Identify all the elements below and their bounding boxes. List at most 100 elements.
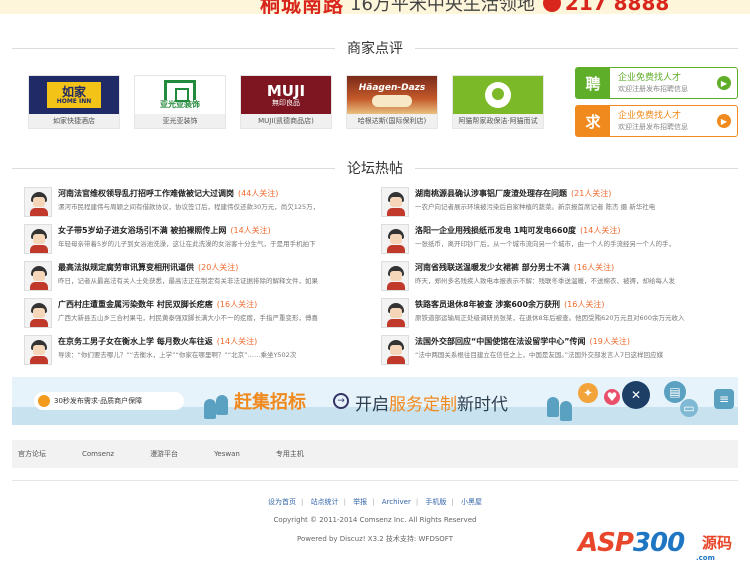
truck-icon: ▭	[680, 399, 698, 417]
post-excerpt: 漯河市民程建伟与周颖之间有借款协议，协议签订后，程建伟仅还款30万元，尚欠125…	[58, 203, 320, 211]
post-item[interactable]: 在京务工男子女在衡水上学 每月数火车往返 (14人关注) 导读：“你们要去哪儿？”…	[24, 335, 348, 372]
divider	[415, 47, 738, 49]
post-item[interactable]: 河南法官维权领导乱打招呼工作难做被记大过调岗 (44人关注) 漯河市民程建伟与周颖…	[24, 187, 348, 224]
post-count: (20人关注)	[198, 263, 239, 272]
post-excerpt: 广西大新县五山乡三合村果屯，村民黄泰强双脚长满大小不一的疙瘩，手指严重变形，傅喜	[58, 314, 318, 322]
recruit-badge: 求	[576, 106, 610, 136]
footer-link-stats[interactable]: 站点统计	[311, 498, 339, 506]
avatar[interactable]	[24, 335, 52, 365]
divider	[12, 480, 738, 481]
post-item[interactable]: 湖南桃源县确认涉事铝厂废渣处理存在问题 (21人关注) 一农户向记者展示环境被污染…	[381, 187, 705, 224]
post-title[interactable]: 在京务工男子女在衡水上学 每月数火车往返	[58, 337, 213, 346]
post-item[interactable]: 法国外交部回应“中国使馆在法设留学中心”传闻 (19人关注) “法中两国关系根往目…	[381, 335, 705, 372]
post-title[interactable]: 铁路客员退休8年被查 涉案600余万获刑	[415, 300, 560, 309]
avatar[interactable]	[381, 261, 409, 291]
divider	[12, 167, 335, 169]
post-title[interactable]: 河南法官维权领导乱打招呼工作难做被记大过调岗	[58, 189, 234, 198]
brand-card-yaguangya[interactable]: 亚光亚装饰 亚光亚装饰	[134, 75, 226, 129]
post-excerpt: 昨日，记者从最高法有关人士处获悉，最高法正在制定有关非法证据排除的解释文件，如果	[58, 277, 318, 285]
brand-caption: MUJI(凯德商品店)	[241, 114, 331, 128]
ad-slogan-main: 赶集招标	[234, 392, 306, 413]
avatar[interactable]	[24, 224, 52, 254]
post-excerpt: 年轻母亲带着5岁的儿子到女浴池洗澡，这让在此洗澡的女浴客十分生气，于是用手机拍下	[58, 240, 316, 248]
post-item[interactable]: 最高法拟规定腐劳审讯算变相刑讯逼供 (20人关注) 昨日，记者从最高法有关人士处获…	[24, 261, 348, 298]
bidding-ad-banner[interactable]: 30秒发布需求·品质商户保障 赶集招标 → 开启服务定制新时代 ✦ ♥ ✕ ▤ …	[12, 377, 738, 425]
brand-caption: 如家快捷酒店	[29, 114, 119, 128]
avatar[interactable]	[381, 335, 409, 365]
top-ad-banner[interactable]: 桐城南路 16万平米中央生活领地 217 8888	[0, 0, 750, 14]
ad-slogan-sub: 开启服务定制新时代	[355, 395, 508, 415]
friend-links: 官方论坛 Comsenz 漫游平台 Yeswan 专用主机	[12, 440, 738, 468]
recruit-card-seek[interactable]: 求 企业免费找人才 欢迎注册发布招聘信息 ▶	[575, 105, 738, 137]
tree-icon	[216, 395, 228, 415]
post-count: (16人关注)	[564, 300, 605, 309]
avatar[interactable]	[381, 187, 409, 217]
post-excerpt: “法中两国关系根往目建立在信任之上，中国是友国。”法国外交部发言人7日这样回应媒	[415, 351, 664, 359]
forum-section-title: 论坛热帖	[12, 158, 738, 178]
post-title[interactable]: 洛阳一企业用残损纸币发电 1吨可发电660度	[415, 226, 576, 235]
tools-icon: ✕	[622, 381, 650, 409]
hand-icon	[485, 82, 511, 108]
footer-link-report[interactable]: 举报	[353, 498, 367, 506]
forum-title: 论坛热帖	[347, 161, 403, 177]
tree-icon	[547, 397, 559, 417]
brand-card-amao[interactable]: 阿猫帮家政保洁·阿猫而试	[452, 75, 544, 129]
tree-icon	[204, 399, 216, 419]
recruit-badge: 聘	[576, 68, 610, 98]
reviews-title: 商家点评	[347, 41, 403, 57]
post-title[interactable]: 最高法拟规定腐劳审讯算变相刑讯逼供	[58, 263, 194, 272]
brand-list: 如家 HOME INN 如家快捷酒店 亚光亚装饰 亚光亚装饰 MUJI 無印良品 …	[28, 75, 558, 129]
post-count: (16人关注)	[216, 300, 258, 309]
avatar[interactable]	[381, 298, 409, 328]
post-title[interactable]: 湖南桃源县确认涉事铝厂废渣处理存在问题	[415, 189, 567, 198]
friend-link[interactable]: 专用主机	[276, 449, 304, 459]
post-count: (44人关注)	[238, 189, 279, 198]
brand-card-muji[interactable]: MUJI 無印良品 MUJI(凯德商品店)	[240, 75, 332, 129]
friend-link[interactable]: 官方论坛	[18, 449, 46, 459]
friend-link[interactable]: 漫游平台	[150, 449, 178, 459]
post-item[interactable]: 河南省残联送温暖发少女裙裤 部分男士不满 (16人关注) 昨天，郑州多名残疾人致电…	[381, 261, 705, 298]
post-title[interactable]: 女子带5岁幼子进女浴场引不满 被拍裸照传上网	[58, 226, 226, 235]
footer-link-sethome[interactable]: 设为首页	[268, 498, 296, 506]
post-count: (21人关注)	[571, 189, 612, 198]
avatar[interactable]	[24, 261, 52, 291]
reviews-section-title: 商家点评	[12, 38, 738, 58]
footer-link-archiver[interactable]: Archiver	[382, 498, 411, 506]
arrow-right-icon: ▶	[717, 114, 731, 128]
post-count: (19人关注)	[589, 337, 630, 346]
friend-link[interactable]: Yeswan	[214, 450, 240, 458]
post-title[interactable]: 法国外交部回应“中国使馆在法设留学中心”传闻	[415, 337, 586, 346]
avatar[interactable]	[381, 224, 409, 254]
post-item[interactable]: 女子带5岁幼子进女浴场引不满 被拍裸照传上网 (14人关注) 年轻母亲带着5岁的儿…	[24, 224, 348, 261]
brand-card-homeinn[interactable]: 如家 HOME INN 如家快捷酒店	[28, 75, 120, 129]
post-list-right: 湖南桃源县确认涉事铝厂废渣处理存在问题 (21人关注) 一农户向记者展示环境被污染…	[381, 187, 705, 372]
recruit-card-hire[interactable]: 聘 企业免费找人才 欢迎注册发布招聘信息 ▶	[575, 67, 738, 99]
ad-pill: 30秒发布需求·品质商户保障	[34, 392, 184, 410]
post-item[interactable]: 广西村庄遭重金属污染数年 村民双脚长疙瘩 (16人关注) 广西大新县五山乡三合村果…	[24, 298, 348, 335]
friend-link[interactable]: Comsenz	[82, 450, 114, 458]
muji-logo: MUJI 無印良品	[241, 76, 331, 114]
post-title[interactable]: 广西村庄遭重金属污染数年 村民双脚长疙瘩	[58, 300, 213, 309]
brand-card-haagen-dazs[interactable]: Häagen-Dazs 哈根达斯(国际保利店)	[346, 75, 438, 129]
divider	[415, 167, 738, 169]
post-item[interactable]: 铁路客员退休8年被查 涉案600余万获刑 (16人关注) 原铁道部运输局正处级调研…	[381, 298, 705, 335]
haagen-dazs-logo: Häagen-Dazs	[347, 76, 437, 114]
house-icon	[164, 80, 196, 102]
post-count: (14人关注)	[580, 226, 621, 235]
avatar[interactable]	[24, 187, 52, 217]
homeinn-logo: 如家 HOME INN	[29, 76, 119, 114]
avatar[interactable]	[24, 298, 52, 328]
asp300-watermark: ASP300 源码 .com	[578, 528, 733, 562]
megaphone-icon: ✦	[578, 383, 598, 403]
arrow-right-icon: ▶	[717, 76, 731, 90]
post-item[interactable]: 洛阳一企业用残损纸币发电 1吨可发电660度 (14人关注) 一张纸币，离开印钞厂…	[381, 224, 705, 261]
post-excerpt: 一张纸币，离开印钞厂后，从一个城市流向另一个城市，由一个人的手流经另一个人的手，	[415, 240, 675, 248]
footer-link-mobile[interactable]: 手机版	[425, 498, 446, 506]
post-list-left: 河南法官维权领导乱打招呼工作难做被记大过调岗 (44人关注) 漯河市民程建伟与周颖…	[24, 187, 348, 372]
recruit-title: 企业免费找人才	[618, 111, 682, 121]
footer-link-darkroom[interactable]: 小黑屋	[461, 498, 482, 506]
post-count: (14人关注)	[230, 226, 271, 235]
post-excerpt: 导读：“你们要去哪儿？”“去衡水，上学”“你家在哪里啊？”“北京”……乘坐Y50…	[58, 351, 297, 359]
footer-nav: 设为首页 | 站点统计 | 举报 | Archiver | 手机版 | 小黑屋	[267, 498, 483, 506]
post-title[interactable]: 河南省残联送温暖发少女裙裤 部分男士不满	[415, 263, 570, 272]
